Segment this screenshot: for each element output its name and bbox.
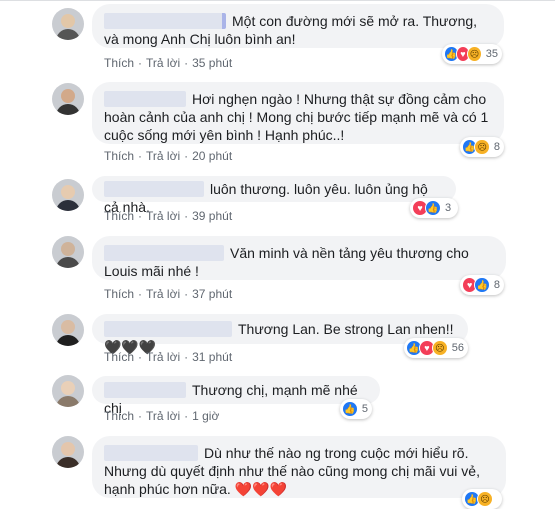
comment-bubble: Dù như thế nào ng trong cuộc mới hiểu rõ… bbox=[92, 436, 506, 498]
sad-icon: ☹ bbox=[474, 139, 490, 155]
like-link[interactable]: Thích bbox=[104, 209, 134, 223]
avatar[interactable] bbox=[52, 8, 84, 40]
comment-actions: Thích · Trả lời · 1 giờ bbox=[104, 409, 220, 423]
commenter-name[interactable] bbox=[104, 91, 186, 107]
reaction-count: 3 bbox=[445, 202, 452, 214]
avatar[interactable] bbox=[52, 375, 84, 407]
like-link[interactable]: Thích bbox=[104, 149, 134, 163]
reaction-summary[interactable]: ♥ 👍 8 bbox=[460, 275, 504, 295]
commenter-name[interactable] bbox=[104, 13, 226, 29]
comment-bubble: Văn minh và nền tảng yêu thương cho Loui… bbox=[92, 236, 506, 280]
commenter-name[interactable] bbox=[104, 181, 204, 197]
avatar[interactable] bbox=[52, 179, 84, 211]
top-divider bbox=[0, 0, 555, 1]
timestamp[interactable]: 1 giờ bbox=[192, 409, 219, 423]
like-link[interactable]: Thích bbox=[104, 56, 134, 70]
reaction-summary[interactable]: 👍 ♥ ☹ 56 bbox=[404, 338, 468, 358]
comment-bubble: Một con đường mới sẽ mở ra. Thương, và m… bbox=[92, 4, 504, 48]
reaction-count: 56 bbox=[451, 342, 465, 354]
commenter-name[interactable] bbox=[104, 321, 232, 337]
timestamp[interactable]: 37 phút bbox=[192, 287, 232, 301]
comment-actions: Thích · Trả lời · 31 phút bbox=[104, 350, 233, 364]
commenter-name[interactable] bbox=[104, 245, 224, 261]
reaction-summary[interactable]: 👍 5 bbox=[340, 399, 372, 419]
like-link[interactable]: Thích bbox=[104, 350, 134, 364]
like-link[interactable]: Thích bbox=[104, 409, 134, 423]
like-icon: 👍 bbox=[425, 200, 441, 216]
reply-link[interactable]: Trả lời bbox=[146, 209, 180, 223]
timestamp[interactable]: 31 phút bbox=[192, 350, 232, 364]
reply-link[interactable]: Trả lời bbox=[146, 409, 180, 423]
reply-link[interactable]: Trả lời bbox=[146, 149, 180, 163]
comment-actions: Thích · Trả lời · 39 phút bbox=[104, 209, 233, 223]
commenter-name[interactable] bbox=[104, 445, 198, 461]
commenter-name[interactable] bbox=[104, 382, 186, 398]
reply-link[interactable]: Trả lời bbox=[146, 350, 180, 364]
like-link[interactable]: Thích bbox=[104, 287, 134, 301]
avatar[interactable] bbox=[52, 83, 84, 115]
like-icon: 👍 bbox=[342, 401, 358, 417]
comment-actions: Thích · Trả lời · 35 phút bbox=[104, 56, 233, 70]
reply-link[interactable]: Trả lời bbox=[146, 287, 180, 301]
timestamp[interactable]: 39 phút bbox=[192, 209, 232, 223]
reaction-count: 8 bbox=[493, 141, 500, 153]
timestamp[interactable]: 35 phút bbox=[192, 56, 232, 70]
reaction-count: 8 bbox=[493, 279, 500, 291]
reaction-summary[interactable]: 👍 ☹ 8 bbox=[460, 137, 504, 157]
timestamp[interactable]: 20 phút bbox=[192, 149, 232, 163]
comment-bubble: Thương chị, mạnh mẽ nhé chị bbox=[92, 376, 380, 416]
sad-icon: ☹ bbox=[477, 491, 493, 507]
avatar[interactable] bbox=[52, 436, 84, 468]
comment-bubble: luôn thương. luôn yêu. luôn ủng hộ cả nh… bbox=[92, 176, 456, 215]
reply-link[interactable]: Trả lời bbox=[146, 56, 180, 70]
comment-bubble: Hơi nghẹn ngào ! Nhưng thật sự đồng cảm … bbox=[92, 82, 504, 144]
sad-icon: ☹ bbox=[467, 46, 482, 62]
reaction-count: 35 bbox=[485, 48, 498, 60]
reaction-summary[interactable]: 👍 ♥ ☹ 35 bbox=[442, 44, 502, 64]
comment-actions: Thích · Trả lời · 37 phút bbox=[104, 287, 233, 301]
comment-actions: Thích · Trả lời · 20 phút bbox=[104, 149, 233, 163]
avatar[interactable] bbox=[52, 314, 84, 346]
sad-icon: ☹ bbox=[431, 340, 448, 356]
avatar[interactable] bbox=[52, 236, 84, 268]
reaction-count: 5 bbox=[361, 403, 368, 415]
reaction-summary[interactable]: ♥ 👍 3 bbox=[410, 198, 458, 218]
reaction-summary[interactable]: 👍 ☹ bbox=[462, 489, 502, 509]
like-icon: 👍 bbox=[474, 277, 490, 293]
